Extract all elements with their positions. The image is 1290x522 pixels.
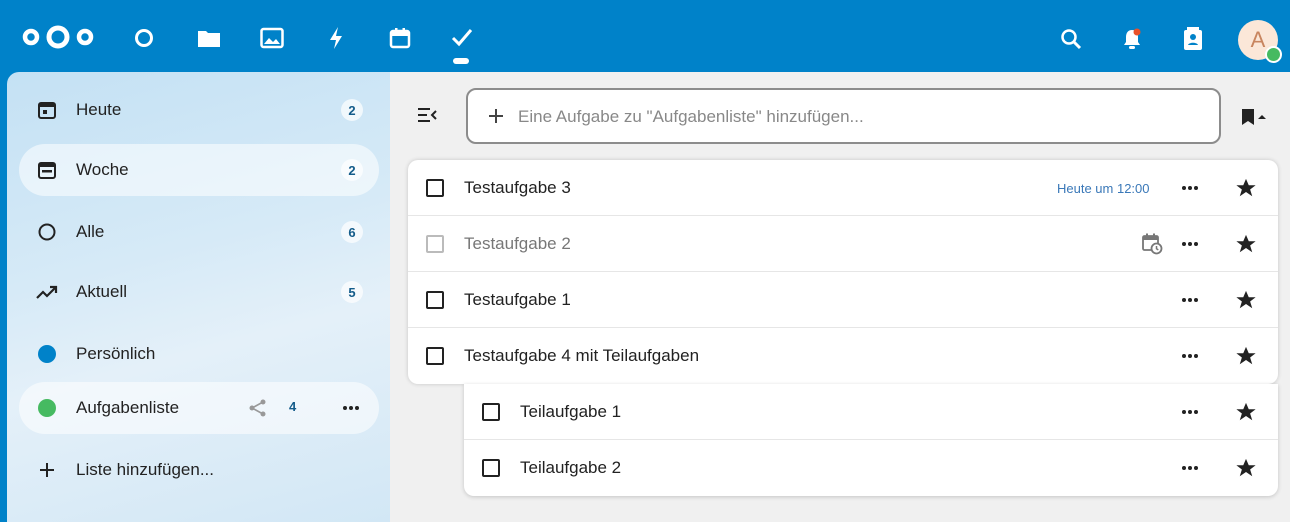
sidebar-item-aufgabenliste[interactable]: Aufgabenliste 4 bbox=[19, 382, 379, 434]
sort-button[interactable] bbox=[1241, 106, 1269, 128]
sidebar: Heute 2 Woche 2 Alle 6 Aktuell 5 Persönl… bbox=[7, 72, 390, 522]
task-checkbox[interactable] bbox=[426, 235, 444, 253]
contacts-icon[interactable] bbox=[1180, 26, 1206, 52]
toggle-sidebar-button[interactable] bbox=[414, 102, 440, 128]
activity-icon[interactable] bbox=[322, 24, 350, 52]
add-list-label: Liste hinzufügen... bbox=[76, 460, 214, 479]
sidebar-item-count: 2 bbox=[341, 159, 363, 181]
files-icon[interactable] bbox=[195, 24, 223, 52]
top-bar: A bbox=[0, 0, 1290, 72]
task-title[interactable]: Teilaufgabe 2 bbox=[520, 458, 621, 478]
sidebar-item-count: 5 bbox=[341, 281, 363, 303]
star-icon[interactable] bbox=[1234, 344, 1258, 368]
more-icon[interactable] bbox=[1178, 456, 1202, 480]
task-row[interactable]: Testaufgabe 1 bbox=[408, 272, 1278, 328]
sidebar-item-label: Persönlich bbox=[76, 344, 156, 363]
task-row[interactable]: Testaufgabe 2 bbox=[408, 216, 1278, 272]
task-checkbox[interactable] bbox=[426, 291, 444, 309]
task-checkbox[interactable] bbox=[426, 179, 444, 197]
bookmark-icon bbox=[1242, 109, 1254, 125]
subtask-list: Teilaufgabe 1 Teilaufgabe 2 bbox=[464, 384, 1278, 496]
task-title[interactable]: Teilaufgabe 1 bbox=[520, 402, 621, 422]
avatar-letter: A bbox=[1250, 27, 1266, 52]
add-list-button[interactable]: Liste hinzufügen... bbox=[19, 444, 379, 496]
caret-up-icon bbox=[1258, 115, 1266, 119]
share-icon[interactable] bbox=[247, 397, 269, 419]
sidebar-item-label: Aktuell bbox=[76, 282, 128, 301]
circle-outline-icon bbox=[35, 220, 59, 244]
subtask-row[interactable]: Teilaufgabe 2 bbox=[464, 440, 1278, 496]
more-icon[interactable] bbox=[1178, 176, 1202, 200]
list-color-dot bbox=[35, 396, 59, 420]
more-icon[interactable] bbox=[1178, 344, 1202, 368]
sidebar-item-label: Heute bbox=[76, 100, 122, 119]
status-badge bbox=[1265, 46, 1282, 63]
sidebar-item-persoenlich[interactable]: Persönlich bbox=[19, 328, 379, 380]
task-checkbox[interactable] bbox=[482, 459, 500, 477]
task-due-date: Heute um 12:00 bbox=[1057, 181, 1150, 196]
sidebar-item-label: Woche bbox=[76, 160, 129, 179]
nextcloud-logo[interactable] bbox=[18, 24, 98, 50]
plus-icon bbox=[35, 458, 59, 482]
star-icon[interactable] bbox=[1234, 232, 1258, 256]
more-icon[interactable] bbox=[1178, 232, 1202, 256]
sidebar-item-label: Aufgabenliste bbox=[76, 398, 180, 417]
calendar-today-icon bbox=[35, 98, 59, 122]
sidebar-item-aktuell[interactable]: Aktuell 5 bbox=[19, 266, 379, 318]
more-icon[interactable] bbox=[1178, 288, 1202, 312]
trending-up-icon bbox=[35, 280, 59, 304]
task-title[interactable]: Testaufgabe 1 bbox=[464, 290, 571, 310]
task-title[interactable]: Testaufgabe 2 bbox=[464, 234, 571, 254]
task-checkbox[interactable] bbox=[482, 403, 500, 421]
add-task-box[interactable] bbox=[466, 88, 1221, 144]
dashboard-icon[interactable] bbox=[130, 24, 158, 52]
list-color-dot bbox=[35, 342, 59, 366]
task-title[interactable]: Testaufgabe 3 bbox=[464, 178, 571, 198]
sidebar-item-count: 6 bbox=[341, 221, 363, 243]
menu-collapse-icon bbox=[418, 108, 437, 122]
task-title[interactable]: Testaufgabe 4 mit Teilaufgaben bbox=[464, 346, 699, 366]
sidebar-item-alle[interactable]: Alle 6 bbox=[19, 206, 379, 258]
star-icon[interactable] bbox=[1234, 176, 1258, 200]
active-app-indicator bbox=[453, 58, 469, 64]
sidebar-item-heute[interactable]: Heute 2 bbox=[19, 84, 379, 136]
plus-icon bbox=[484, 104, 508, 128]
star-icon[interactable] bbox=[1234, 456, 1258, 480]
sidebar-item-count: 4 bbox=[289, 399, 297, 414]
star-icon[interactable] bbox=[1234, 400, 1258, 424]
task-list: Testaufgabe 3 Heute um 12:00 Testaufgabe… bbox=[408, 160, 1278, 384]
add-task-input[interactable] bbox=[518, 100, 1208, 134]
task-row[interactable]: Testaufgabe 3 Heute um 12:00 bbox=[408, 160, 1278, 216]
more-icon[interactable] bbox=[339, 396, 363, 420]
photos-icon[interactable] bbox=[258, 24, 286, 52]
star-icon[interactable] bbox=[1234, 288, 1258, 312]
task-row[interactable]: Testaufgabe 4 mit Teilaufgaben bbox=[408, 328, 1278, 384]
task-checkbox[interactable] bbox=[426, 347, 444, 365]
more-icon[interactable] bbox=[1178, 400, 1202, 424]
calendar-icon[interactable] bbox=[386, 24, 414, 52]
calendar-week-icon bbox=[35, 158, 59, 182]
subtask-row[interactable]: Teilaufgabe 1 bbox=[464, 384, 1278, 440]
calendar-clock-icon bbox=[1140, 232, 1164, 256]
search-icon[interactable] bbox=[1058, 26, 1084, 52]
sidebar-item-label: Alle bbox=[76, 222, 105, 241]
main-content: Testaufgabe 3 Heute um 12:00 Testaufgabe… bbox=[390, 72, 1290, 522]
sidebar-item-woche[interactable]: Woche 2 bbox=[19, 144, 379, 196]
sidebar-item-count: 2 bbox=[341, 99, 363, 121]
tasks-icon[interactable] bbox=[448, 24, 476, 52]
notifications-icon[interactable] bbox=[1119, 26, 1145, 52]
